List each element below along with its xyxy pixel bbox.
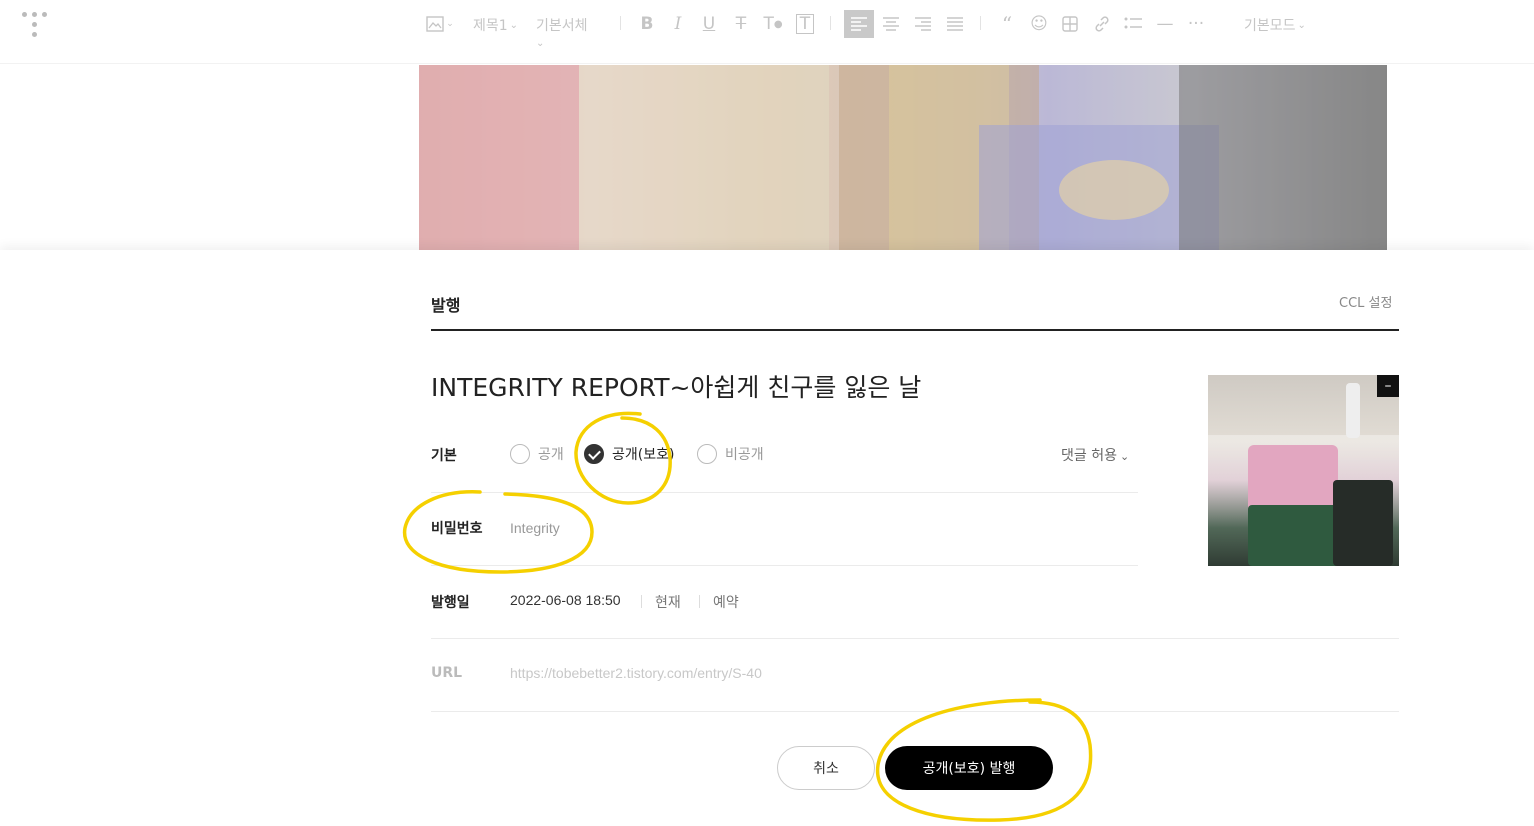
comment-permission-select[interactable]: 댓글 허용 ⌄ xyxy=(1061,445,1129,465)
strikethrough-icon[interactable]: T xyxy=(726,10,756,38)
ccl-settings-link[interactable]: CCL 설정 xyxy=(1339,292,1392,311)
row-divider xyxy=(431,565,1138,566)
url-value: https://tobebetter2.tistory.com/entry/S-… xyxy=(510,665,762,681)
underline-icon[interactable]: U xyxy=(694,10,724,38)
cancel-button[interactable]: 취소 xyxy=(777,746,875,790)
text-color-icon[interactable]: T ● xyxy=(758,10,788,38)
password-label: 비밀번호 xyxy=(431,521,483,537)
divider-icon[interactable]: — xyxy=(1150,10,1180,38)
post-title: INTEGRITY REPORT~아쉽게 친구를 잃은 날 xyxy=(431,373,922,402)
row-divider xyxy=(431,638,1399,639)
editor-photo xyxy=(419,65,1387,250)
align-justify-icon[interactable] xyxy=(940,10,970,38)
title-divider xyxy=(431,329,1399,331)
heading-select[interactable]: 제목1 ⌄ xyxy=(473,12,518,38)
editor-toolbar: ⌄ 제목1 ⌄ 기본서체 ⌄ B I U T T ● T “ ☺ — ··· 기본모… xyxy=(0,0,1534,64)
more-icon[interactable]: ··· xyxy=(1181,10,1211,38)
url-label: URL xyxy=(431,665,463,681)
row-divider xyxy=(431,711,1399,712)
radio-private[interactable]: 비공개 xyxy=(697,444,764,464)
italic-icon[interactable]: I xyxy=(663,10,693,38)
emoticon-icon[interactable]: ☺ xyxy=(1024,10,1054,38)
radio-circle-icon xyxy=(510,444,530,464)
list-icon[interactable] xyxy=(1118,10,1148,38)
link-icon[interactable] xyxy=(1087,10,1117,38)
row-divider xyxy=(431,492,1138,493)
bold-icon[interactable]: B xyxy=(632,10,662,38)
quote-icon[interactable]: “ xyxy=(992,10,1022,38)
publish-date-label: 발행일 xyxy=(431,595,470,611)
publish-button[interactable]: 공개(보호) 발행 xyxy=(885,746,1053,790)
publish-date-value: 2022-06-08 18:50 xyxy=(510,592,621,608)
radio-protected[interactable]: 공개(보호) xyxy=(584,444,674,464)
password-input[interactable] xyxy=(510,516,810,540)
radio-public[interactable]: 공개 xyxy=(510,444,564,464)
align-center-icon[interactable] xyxy=(876,10,906,38)
chevron-down-icon: ⌄ xyxy=(1119,450,1130,463)
panel-title: 발행 xyxy=(431,296,461,315)
radio-circle-icon xyxy=(697,444,717,464)
thumbnail-delete-button[interactable]: – xyxy=(1377,375,1399,397)
thumbnail-image[interactable]: – xyxy=(1208,375,1399,566)
table-icon[interactable] xyxy=(1055,10,1085,38)
date-reserve-option[interactable]: 예약 xyxy=(713,592,739,612)
image-icon[interactable]: ⌄ xyxy=(424,10,456,38)
check-icon xyxy=(584,444,604,464)
align-right-icon[interactable] xyxy=(908,10,938,38)
date-now-option[interactable]: 현재 xyxy=(655,592,681,612)
visibility-label: 기본 xyxy=(431,448,457,464)
tistory-logo-icon[interactable] xyxy=(22,10,52,40)
chevron-down-icon: ⌄ xyxy=(536,37,545,49)
mode-select[interactable]: 기본모드 ⌄ xyxy=(1244,12,1306,38)
align-left-icon[interactable] xyxy=(844,10,874,38)
text-background-icon[interactable]: T xyxy=(790,10,820,38)
